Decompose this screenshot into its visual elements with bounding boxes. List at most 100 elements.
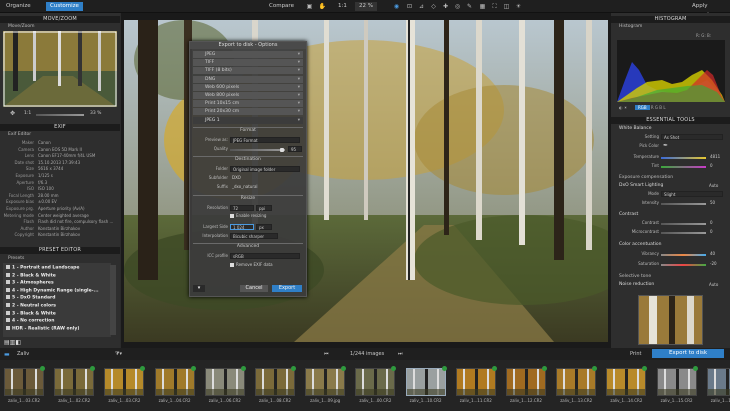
enable-resizing-checkbox[interactable]: [230, 214, 234, 218]
zoom-slider[interactable]: [36, 114, 84, 116]
contrast-value[interactable]: 0: [708, 220, 724, 226]
preset-item[interactable]: 3 - Atmospheres: [6, 280, 54, 286]
vibrancy-slider[interactable]: [661, 254, 706, 256]
filmstrip-thumbnail[interactable]: [706, 368, 730, 396]
format-expand-icon[interactable]: ▾: [298, 84, 300, 91]
sl-intensity-value[interactable]: 50: [708, 200, 724, 206]
quality-slider[interactable]: [230, 149, 285, 151]
format-expand-icon[interactable]: ▾: [298, 67, 300, 74]
sl-mode-select[interactable]: Slight: [661, 191, 723, 197]
filmstrip-thumbnail[interactable]: [606, 368, 647, 396]
resolution-input[interactable]: 72: [230, 205, 254, 211]
preview-as-select[interactable]: JPEG Format: [230, 137, 300, 143]
filmstrip-thumbnail[interactable]: [355, 368, 396, 396]
repair-icon[interactable]: ✚: [441, 2, 450, 11]
presets-sub[interactable]: Presets: [0, 255, 24, 262]
local-adjust-icon[interactable]: ✎: [465, 2, 474, 11]
highlight-icon[interactable]: ☀: [514, 2, 523, 11]
tint-value[interactable]: 0: [708, 163, 724, 169]
filmstrip-thumbnail[interactable]: [204, 368, 245, 396]
preset-actions-icon[interactable]: ▤▥◧: [4, 339, 21, 346]
format-expand-icon[interactable]: ▾: [298, 117, 300, 124]
preset-item[interactable]: 1 - Portrait and Landscape: [6, 265, 79, 271]
preset-item[interactable]: HDR - Realistic (RAW only): [6, 325, 79, 332]
filmstrip-thumbnail[interactable]: [104, 368, 145, 396]
sl-intensity-slider[interactable]: [661, 203, 706, 205]
histogram-mode-icons[interactable]: ◐ ☀ RGB R G B L: [619, 105, 719, 111]
compare-view-icon[interactable]: ◫: [502, 2, 511, 11]
cancel-button[interactable]: Cancel: [240, 285, 268, 292]
format-item[interactable]: Print 10x15 cm ▾: [193, 100, 303, 108]
compare-button[interactable]: Compare: [265, 2, 298, 11]
preset-item[interactable]: 2 - Black & White: [6, 272, 56, 279]
move-zoom-sub[interactable]: Move/Zoom: [0, 23, 35, 30]
grid-icon[interactable]: ▦: [478, 2, 487, 11]
filmstrip-thumbnail[interactable]: [4, 368, 44, 396]
filmstrip-thumbnail[interactable]: [656, 368, 697, 396]
microcontrast-value[interactable]: 0: [708, 229, 724, 235]
organize-tab[interactable]: Organize: [2, 2, 35, 11]
noise-preview[interactable]: [638, 295, 703, 345]
format-item[interactable]: Web 600 pixels ▾: [193, 83, 303, 91]
format-expand-icon[interactable]: ▾: [298, 100, 300, 107]
contrast-header[interactable]: Contrast: [611, 211, 638, 218]
apply-preset-button[interactable]: Apply preset: [688, 2, 730, 18]
folder-name[interactable]: Zaliv: [17, 351, 29, 357]
zoom-1to1-label[interactable]: 1:1: [24, 111, 31, 116]
microcontrast-slider[interactable]: [661, 232, 706, 234]
filmstrip-thumbnail[interactable]: [255, 368, 295, 396]
format-item[interactable]: Print 20x30 cm ▾: [193, 108, 303, 116]
fit-icon[interactable]: ▣: [305, 2, 314, 11]
preset-item[interactable]: 2 - Neutral colors: [6, 303, 56, 309]
navigator-preview[interactable]: [3, 31, 117, 107]
prev-image-icon[interactable]: ⏮: [324, 351, 329, 357]
filmstrip-thumbnail[interactable]: [54, 368, 95, 396]
quality-value[interactable]: 95: [288, 146, 302, 152]
noise-reduction-header[interactable]: Noise reduction: [611, 281, 654, 288]
preset-item[interactable]: 4 - High Dynamic Range (single-...: [6, 287, 99, 294]
noise-reduction-auto[interactable]: Auto: [709, 282, 718, 287]
crop-icon[interactable]: ⊡: [405, 2, 414, 11]
temperature-slider[interactable]: [661, 157, 706, 159]
dialog-menu-button[interactable]: ▾: [193, 285, 205, 292]
export-to-disk-button[interactable]: Export to disk: [652, 349, 724, 358]
saturation-value[interactable]: -20: [708, 261, 724, 267]
color-accent-header[interactable]: Color accentuation: [611, 241, 662, 248]
filmstrip-thumbnail[interactable]: [556, 368, 597, 396]
format-item[interactable]: Web 800 pixels ▾: [193, 92, 303, 99]
suffix-input[interactable]: _dxo_natural: [230, 184, 300, 190]
zoom-percent[interactable]: 33 %: [90, 111, 101, 116]
hand-icon[interactable]: ✋: [318, 2, 327, 11]
resolution-unit[interactable]: ppi: [256, 205, 272, 211]
selective-tone-header[interactable]: Selective tone: [611, 273, 651, 280]
export-button[interactable]: Export: [272, 285, 302, 292]
eye-icon[interactable]: ◉: [392, 2, 401, 11]
fullscreen-icon[interactable]: ⛶: [490, 2, 499, 11]
filmstrip-thumbnail[interactable]: [405, 368, 446, 396]
largest-side-input[interactable]: 1 024: [230, 224, 254, 230]
quality-knob[interactable]: [280, 148, 284, 152]
format-item[interactable]: TIFF ▾: [193, 59, 303, 67]
tint-slider[interactable]: [661, 166, 706, 168]
wb-setting-select[interactable]: As Shot: [661, 134, 723, 140]
filter-icon[interactable]: ⧩▾: [115, 351, 122, 357]
filmstrip-thumbnail[interactable]: [455, 368, 496, 396]
zoom-1to1-button[interactable]: 1:1: [334, 2, 351, 11]
format-item[interactable]: DNG ▾: [193, 75, 303, 83]
redeye-icon[interactable]: ◎: [453, 2, 462, 11]
temperature-value[interactable]: 4811: [708, 154, 724, 160]
move-icon[interactable]: ✥: [10, 110, 15, 117]
format-expand-icon[interactable]: ▾: [298, 92, 300, 99]
customize-tab[interactable]: Customize: [46, 2, 83, 11]
preset-item[interactable]: 4 - No correction: [6, 318, 54, 324]
remove-exif-checkbox[interactable]: [230, 263, 234, 267]
horizon-icon[interactable]: ⊿: [417, 2, 426, 11]
filmstrip-thumbnail[interactable]: [154, 368, 195, 396]
eyedropper-icon[interactable]: ✒: [663, 142, 668, 149]
format-expand-icon[interactable]: ▾: [298, 59, 300, 66]
format-expand-icon[interactable]: ▾: [298, 51, 300, 58]
exif-sub[interactable]: Exif Editor: [0, 131, 31, 138]
preset-scrollbar[interactable]: [110, 265, 116, 335]
smart-lighting-header[interactable]: DxO Smart Lighting: [611, 182, 663, 189]
subfolder-input[interactable]: DXO: [230, 175, 300, 181]
